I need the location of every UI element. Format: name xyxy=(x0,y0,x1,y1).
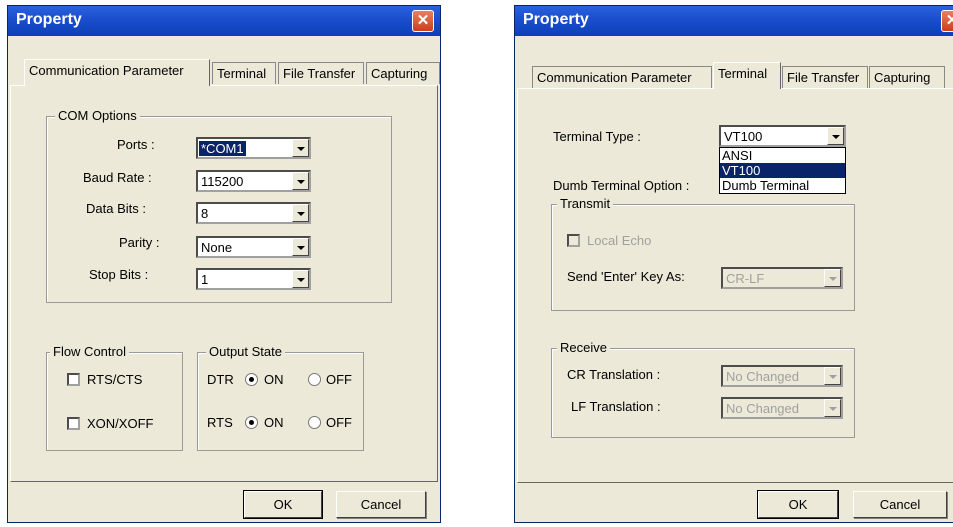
tab-capturing[interactable]: Capturing xyxy=(366,62,440,84)
dumb-terminal-option-label: Dumb Terminal Option : xyxy=(553,178,690,193)
rts-on-label: ON xyxy=(264,415,284,430)
stop-bits-label: Stop Bits : xyxy=(89,267,149,282)
rts-label: RTS xyxy=(207,415,233,430)
xon-xoff-label: XON/XOFF xyxy=(87,416,154,431)
property-dialog-right: Property ✕ Communication Parameter Termi… xyxy=(514,5,953,523)
output-state-group: Output State DTR ON OFF RTS ON OFF xyxy=(197,344,364,451)
terminal-type-value: VT100 xyxy=(724,129,763,144)
ports-value: *COM1 xyxy=(199,141,246,156)
tab-capturing[interactable]: Capturing xyxy=(869,66,945,88)
tab-terminal[interactable]: Terminal xyxy=(713,62,781,89)
option-dumb-terminal[interactable]: Dumb Terminal xyxy=(720,178,845,193)
ok-button[interactable]: OK xyxy=(243,490,323,519)
stop-bits-value: 1 xyxy=(201,272,209,287)
lf-translation-label: LF Translation : xyxy=(571,399,661,414)
data-bits-value: 8 xyxy=(201,206,209,221)
receive-title: Receive xyxy=(557,340,610,355)
data-bits-select[interactable]: 8 xyxy=(196,202,311,224)
parity-select[interactable]: None xyxy=(196,236,311,258)
dtr-on-radio[interactable] xyxy=(245,373,258,386)
send-enter-value: CR-LF xyxy=(726,271,765,286)
terminal-type-label: Terminal Type : xyxy=(553,129,641,144)
dialog-title: Property xyxy=(523,11,589,28)
transmit-group: Transmit Local Echo Send 'Enter' Key As:… xyxy=(551,196,855,311)
tab-file-transfer[interactable]: File Transfer xyxy=(782,66,868,88)
chevron-down-icon[interactable] xyxy=(827,127,844,145)
ports-label: Ports : xyxy=(117,137,155,152)
chevron-down-icon[interactable] xyxy=(292,270,309,288)
parity-label: Parity : xyxy=(119,235,160,250)
terminal-type-dropdown: ANSI VT100 Dumb Terminal xyxy=(719,147,846,194)
tab-communication-parameter[interactable]: Communication Parameter xyxy=(532,66,712,88)
chevron-down-icon[interactable] xyxy=(824,399,841,417)
property-dialog-left: Property ✕ Communication Parameter Termi… xyxy=(7,5,441,523)
dtr-off-label: OFF xyxy=(326,372,352,387)
tab-terminal[interactable]: Terminal xyxy=(212,62,276,84)
flow-control-title: Flow Control xyxy=(50,344,129,359)
data-bits-label: Data Bits : xyxy=(86,201,146,216)
rts-off-radio[interactable] xyxy=(308,416,321,429)
chevron-down-icon[interactable] xyxy=(292,139,309,157)
rts-cts-checkbox[interactable] xyxy=(67,373,80,386)
tab-communication-parameter[interactable]: Communication Parameter xyxy=(24,59,210,86)
dialog-title: Property xyxy=(16,11,82,28)
chevron-down-icon[interactable] xyxy=(292,172,309,190)
tab-panel: Terminal Type : VT100 ANSI VT100 Dumb Te… xyxy=(517,88,953,483)
terminal-type-select[interactable]: VT100 xyxy=(719,125,846,147)
title-bar[interactable]: Property xyxy=(515,6,953,36)
local-echo-checkbox[interactable] xyxy=(567,234,580,247)
dtr-off-radio[interactable] xyxy=(308,373,321,386)
tab-file-transfer[interactable]: File Transfer xyxy=(278,62,364,84)
local-echo-label: Local Echo xyxy=(587,233,652,248)
baud-rate-label: Baud Rate : xyxy=(83,170,152,185)
lf-translation-value: No Changed xyxy=(726,401,799,416)
chevron-down-icon[interactable] xyxy=(824,269,841,287)
baud-rate-select[interactable]: 115200 xyxy=(196,170,311,192)
receive-group: Receive CR Translation : No Changed LF T… xyxy=(551,340,855,438)
send-enter-select[interactable]: CR-LF xyxy=(721,267,843,289)
chevron-down-icon[interactable] xyxy=(292,238,309,256)
cancel-button[interactable]: Cancel xyxy=(336,491,426,518)
rts-cts-label: RTS/CTS xyxy=(87,372,143,387)
ports-select[interactable]: *COM1 xyxy=(196,137,311,159)
chevron-down-icon[interactable] xyxy=(292,204,309,222)
rts-on-radio[interactable] xyxy=(245,416,258,429)
close-icon[interactable]: ✕ xyxy=(941,10,953,32)
lf-translation-select[interactable]: No Changed xyxy=(721,397,843,419)
tab-panel: COM Options Ports : *COM1 Baud Rate : 11… xyxy=(10,85,438,482)
send-enter-label: Send 'Enter' Key As: xyxy=(567,269,685,284)
com-options-group: COM Options Ports : *COM1 Baud Rate : 11… xyxy=(46,108,392,303)
com-options-title: COM Options xyxy=(55,108,140,123)
cancel-button[interactable]: Cancel xyxy=(853,491,947,518)
parity-value: None xyxy=(201,240,233,255)
xon-xoff-checkbox[interactable] xyxy=(67,417,80,430)
cr-translation-value: No Changed xyxy=(726,369,799,384)
transmit-title: Transmit xyxy=(557,196,614,211)
stop-bits-select[interactable]: 1 xyxy=(196,268,311,290)
dtr-label: DTR xyxy=(207,372,234,387)
close-icon[interactable]: ✕ xyxy=(412,10,434,32)
rts-off-label: OFF xyxy=(326,415,352,430)
option-vt100[interactable]: VT100 xyxy=(720,163,845,178)
cr-translation-select[interactable]: No Changed xyxy=(721,365,843,387)
flow-control-group: Flow Control RTS/CTS XON/XOFF xyxy=(46,344,183,451)
chevron-down-icon[interactable] xyxy=(824,367,841,385)
cr-translation-label: CR Translation : xyxy=(567,367,661,382)
option-ansi[interactable]: ANSI xyxy=(720,148,845,163)
baud-rate-value: 115200 xyxy=(201,174,244,189)
output-state-title: Output State xyxy=(206,344,285,359)
dtr-on-label: ON xyxy=(264,372,284,387)
ok-button[interactable]: OK xyxy=(757,490,839,519)
title-bar[interactable]: Property xyxy=(8,6,440,36)
